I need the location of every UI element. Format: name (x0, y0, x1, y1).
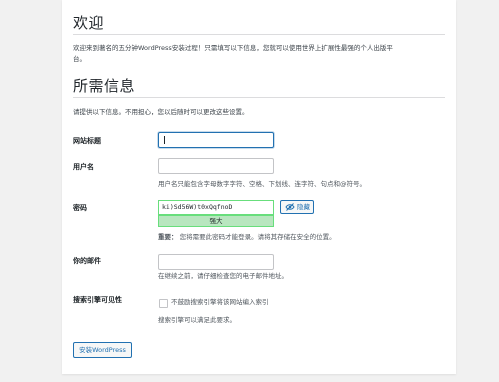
username-help: 用户名只能包含字母数字字符、空格、下划线、连字符、句点和@符号。 (158, 180, 366, 188)
hide-password-button[interactable]: 隐藏 (280, 200, 314, 214)
install-wordpress-button[interactable]: 安装WordPress (73, 342, 132, 358)
welcome-text-line2: 台。 (73, 55, 86, 63)
required-info-heading: 所需信息 (73, 77, 136, 95)
search-visibility-label: 搜索引擎可见性 (73, 296, 122, 304)
username-label: 用户名 (73, 163, 94, 171)
email-input[interactable] (158, 254, 274, 270)
important-label: 重要： (158, 233, 178, 241)
discourage-search-checkbox[interactable] (159, 299, 168, 308)
important-text: 您将需要此密码才能登录。请将其存储在安全的位置。 (179, 233, 336, 241)
divider (73, 97, 445, 98)
username-input[interactable] (158, 158, 274, 174)
required-info-text: 请提供以下信息。不用担心，您以后随时可以更改这些设置。 (73, 108, 249, 116)
site-title-label: 网站标题 (73, 137, 101, 145)
email-help: 在继续之前，请仔细检查您的电子邮件地址。 (158, 272, 288, 280)
password-strength-meter: 强大 (158, 215, 274, 227)
text-cursor (164, 136, 165, 144)
email-label: 你的邮件 (73, 257, 101, 265)
welcome-text-line1: 欢迎来到著名的五分钟WordPress安装过程！只需填写以下信息，您就可以使用世… (73, 44, 393, 52)
password-important-note: 重要： 您将需要此密码才能登录。请将其存储在安全的位置。 (158, 232, 336, 243)
divider (73, 34, 445, 35)
search-visibility-help: 搜索引擎可以满足此要求。 (158, 316, 236, 324)
hide-password-label: 隐藏 (297, 203, 310, 211)
password-input[interactable]: ki)Sd56W)t0xQqfnoD (158, 200, 274, 215)
discourage-search-label[interactable]: 不鼓励搜索引擎将该网站编入索引 (171, 297, 269, 308)
eye-slash-icon (285, 203, 295, 215)
welcome-heading: 欢迎 (73, 14, 105, 32)
site-title-input[interactable] (158, 132, 274, 148)
password-label: 密码 (73, 204, 87, 212)
